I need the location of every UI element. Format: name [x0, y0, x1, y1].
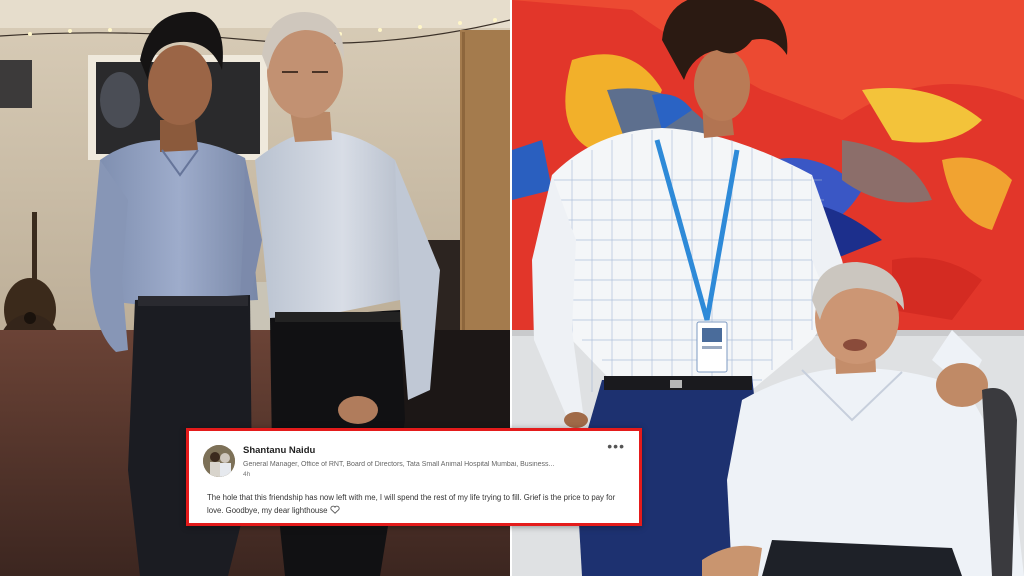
post-time: 4h [243, 471, 251, 478]
more-horizontal-icon: ••• [607, 438, 625, 454]
heart-icon [329, 505, 340, 518]
author-name[interactable]: Shantanu Naidu [243, 445, 315, 456]
post-text: The hole that this friendship has now le… [207, 493, 616, 515]
post-body: The hole that this friendship has now le… [207, 491, 619, 518]
author-headline: General Manager, Office of RNT, Board of… [243, 461, 555, 468]
more-options-button[interactable]: ••• [607, 438, 625, 454]
social-post-card: Shantanu Naidu General Manager, Office o… [186, 428, 642, 526]
author-avatar[interactable] [203, 445, 235, 477]
